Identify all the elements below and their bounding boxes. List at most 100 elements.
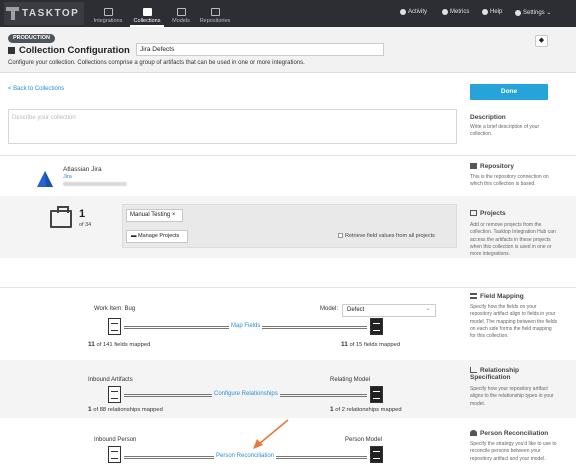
- nav-repositories[interactable]: Repositories: [196, 2, 234, 27]
- left-fields-text: of 141 fields mapped: [96, 342, 151, 348]
- field-mapping-heading: Field Mapping: [470, 293, 524, 300]
- left-relationships-text: of 88 relationships mapped: [93, 407, 163, 413]
- right-fields-count: 11: [341, 341, 348, 348]
- nav-activity[interactable]: Activity: [400, 9, 427, 15]
- work-item-label: Work Item: Bug: [94, 306, 136, 312]
- nav-activity-label: Activity: [408, 9, 428, 15]
- projects-help: Add or remove projects from the collecti…: [470, 222, 556, 258]
- metrics-icon: [442, 9, 448, 15]
- person-model-label: Person Model: [345, 437, 383, 443]
- right-relationships-mapped: 1 of 2 relationships mapped: [330, 406, 402, 413]
- repository-type-link[interactable]: Jira: [63, 174, 72, 180]
- inbound-artifacts-label: Inbound Artifacts: [88, 377, 133, 383]
- right-fields-mapped: 11 of 15 fields mapped: [341, 341, 400, 348]
- configure-relationships-link[interactable]: Configure Relationships: [212, 391, 280, 397]
- person-document-icon: [108, 446, 121, 463]
- projects-icon: [470, 210, 477, 217]
- relationship-heading-text: Relationship Specification: [470, 367, 520, 381]
- tasktop-logo[interactable]: TASKTOP: [4, 2, 84, 25]
- description-help: Write a brief description of your collec…: [470, 124, 540, 138]
- collection-icon: [8, 47, 15, 54]
- document-icon: [108, 318, 121, 335]
- integrations-icon: [103, 8, 113, 16]
- collection-name-input[interactable]: Jira Defects: [136, 43, 384, 56]
- page-title-text: Collection Configuration: [19, 45, 130, 56]
- divider: [0, 287, 576, 288]
- back-to-collections-link[interactable]: < Back to Collections: [8, 86, 64, 92]
- description-heading: Description: [470, 114, 506, 121]
- environment-badge: PRODUCTION: [8, 34, 55, 43]
- left-relationships-count: 1: [88, 406, 92, 413]
- model-select[interactable]: Defect: [342, 303, 436, 317]
- inbound-person-label: Inbound Person: [94, 437, 137, 443]
- help-icon: [482, 9, 488, 15]
- relating-model-label: Relating Model: [330, 377, 371, 383]
- field-mapping-help: Specify how the fields on your repositor…: [470, 304, 558, 340]
- nav-metrics-label: Metrics: [450, 9, 470, 15]
- person-reconciliation-help: Specify the strategy you'd like to use t…: [470, 441, 557, 462]
- field-mapping-heading-text: Field Mapping: [480, 293, 524, 300]
- gear-icon: [515, 9, 521, 16]
- retrieve-all-checkbox[interactable]: Retrieve field values from all projects: [338, 233, 435, 239]
- models-icon: [176, 8, 186, 16]
- field-mapping-icon: [470, 293, 477, 300]
- model-label: Model:: [320, 306, 339, 312]
- nav-label: Models: [172, 18, 190, 24]
- divider: [0, 155, 576, 156]
- left-fields-mapped: 11 of 141 fields mapped: [88, 341, 150, 348]
- repository-heading: Repository: [470, 163, 514, 170]
- relationship-icon: [470, 367, 477, 374]
- nav-integrations[interactable]: Integrations: [88, 2, 128, 27]
- nav-help[interactable]: Help: [482, 9, 502, 15]
- tasktop-logo-icon: [6, 7, 19, 20]
- map-fields-link[interactable]: Map Fields: [229, 323, 263, 329]
- repository-name: Atlassian Jira: [63, 166, 102, 173]
- person-icon: [470, 430, 477, 437]
- nav-metrics[interactable]: Metrics: [442, 9, 469, 15]
- person-reconciliation-link[interactable]: Person Reconciliation: [214, 453, 277, 459]
- relating-model-icon: [370, 386, 383, 403]
- repository-heading-text: Repository: [480, 163, 514, 170]
- done-button[interactable]: Done: [470, 84, 548, 100]
- projects-heading-text: Projects: [480, 210, 506, 217]
- briefcase-icon: [50, 206, 72, 228]
- nav-settings-label: Settings ⌄: [523, 10, 552, 16]
- left-relationships-mapped: 1 of 88 relationships mapped: [88, 406, 163, 413]
- relationship-help: Specify how your repository artifact ali…: [470, 386, 554, 407]
- project-total: of 34: [79, 222, 92, 228]
- nav-settings[interactable]: Settings ⌄: [515, 9, 551, 16]
- checkbox[interactable]: [338, 233, 343, 239]
- nav-label: Integrations: [93, 18, 123, 24]
- description-textarea[interactable]: Describe your collection: [8, 109, 457, 144]
- manage-projects-button[interactable]: ▬ Manage Projects: [126, 230, 188, 243]
- repositories-icon: [210, 8, 220, 16]
- folder-icon: ▬: [131, 233, 139, 239]
- bell-icon: [400, 9, 406, 15]
- repository-help: This is the repository connection on whi…: [470, 174, 549, 188]
- relationship-heading: Relationship Specification: [470, 367, 550, 381]
- collections-icon: [142, 8, 152, 16]
- project-count: 1: [79, 208, 86, 220]
- retrieve-label: Retrieve field values from all projects: [345, 233, 435, 239]
- manage-projects-label: Manage Projects: [138, 233, 180, 239]
- nav-label: Repositories: [199, 18, 231, 24]
- model-document-icon: [370, 318, 383, 335]
- project-tag-manual-testing[interactable]: Manual Testing ×: [126, 209, 183, 222]
- person-reconciliation-heading: Person Reconciliation: [470, 430, 548, 437]
- right-relationships-count: 1: [330, 406, 334, 413]
- pin-icon[interactable]: ◆: [535, 35, 548, 47]
- person-model-icon: [370, 446, 383, 463]
- nav-collections[interactable]: Collections: [130, 2, 164, 27]
- left-fields-count: 11: [88, 341, 95, 348]
- nav-models[interactable]: Models: [168, 2, 194, 27]
- nav-label: Collections: [133, 18, 161, 24]
- projects-heading: Projects: [470, 210, 506, 217]
- nav-help-label: Help: [490, 9, 503, 15]
- jira-logo-icon: [37, 171, 53, 187]
- repository-url-blurred: [63, 182, 127, 186]
- person-heading-text: Person Reconciliation: [480, 430, 549, 437]
- page-subtitle: Configure your collection. Collections c…: [8, 60, 305, 66]
- relationship-document-icon: [108, 386, 121, 403]
- page-title: Collection Configuration: [8, 45, 130, 56]
- annotation-arrow-icon: [253, 419, 289, 449]
